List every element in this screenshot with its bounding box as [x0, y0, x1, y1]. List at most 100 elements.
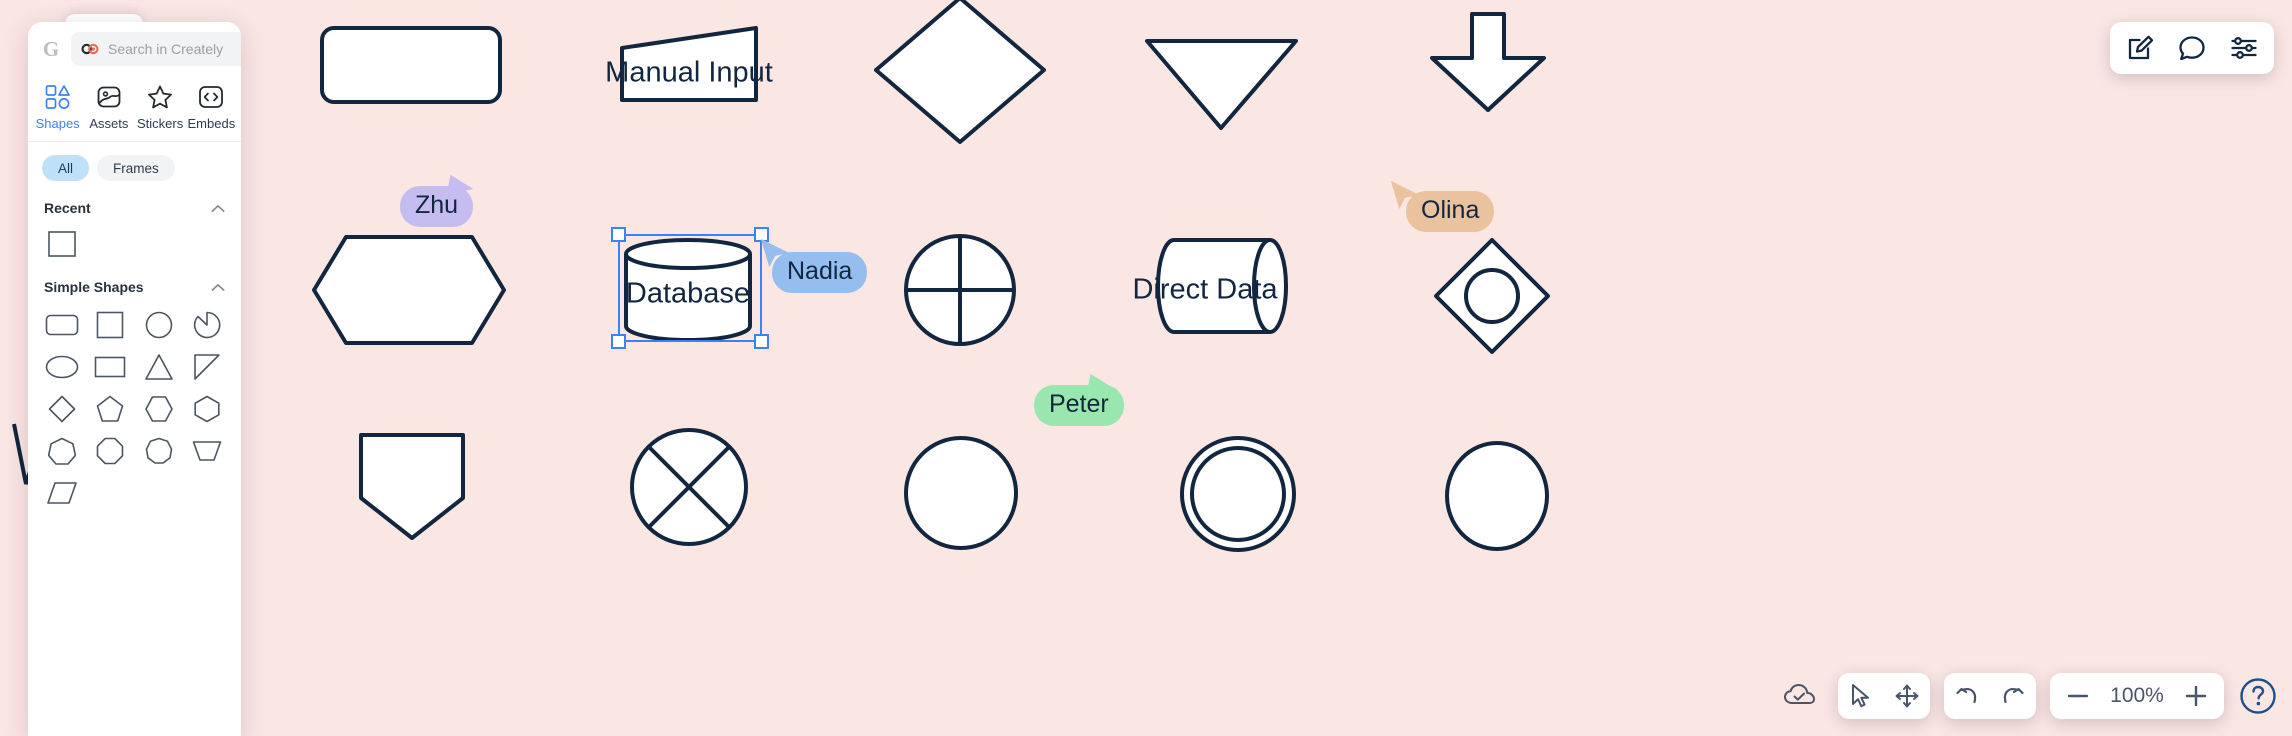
- diamond-shape[interactable]: [872, 0, 1048, 146]
- circle-shape[interactable]: [902, 434, 1020, 552]
- image-icon: [97, 86, 121, 108]
- shape-item-diamond[interactable]: [38, 389, 86, 429]
- simple-shapes-grid: [28, 301, 241, 517]
- shape-item-trapezoid[interactable]: [183, 431, 231, 471]
- shape-item-rectangle[interactable]: [86, 347, 134, 387]
- tab-embeds-label: Embeds: [187, 116, 236, 131]
- collaborator-name-olina: Olina: [1406, 191, 1495, 232]
- history-bar: [1944, 673, 2036, 719]
- search-input[interactable]: [108, 41, 241, 57]
- shape-item-parallelogram[interactable]: [38, 473, 86, 513]
- cursor-icon[interactable]: [1838, 673, 1884, 719]
- filter-chip-frames[interactable]: Frames: [97, 155, 175, 181]
- double-circle-shape[interactable]: [1178, 434, 1298, 554]
- shape-item-ellipse[interactable]: [38, 347, 86, 387]
- code-icon: [199, 86, 224, 108]
- zoom-level[interactable]: 100%: [2100, 684, 2174, 708]
- direct-data-shape[interactable]: [1152, 236, 1296, 336]
- shape-item-right-triangle[interactable]: [183, 347, 231, 387]
- filter-chip-all[interactable]: All: [42, 155, 90, 181]
- diamond-circle-shape[interactable]: [1432, 236, 1552, 356]
- diamond-icon: [48, 395, 76, 423]
- shape-item-octagon[interactable]: [86, 431, 134, 471]
- pentagon-icon: [97, 395, 124, 422]
- shape-item-rounded-rectangle[interactable]: [38, 305, 86, 345]
- section-title-recent: Recent: [44, 200, 91, 216]
- collaborator-name-nadia: Nadia: [772, 252, 868, 293]
- selection-box[interactable]: [611, 227, 769, 349]
- move-icon[interactable]: [1884, 673, 1930, 719]
- rectangle-icon: [48, 231, 76, 257]
- google-icon[interactable]: G: [40, 37, 62, 61]
- arc-icon: [193, 311, 221, 339]
- nonagon-icon: [145, 437, 172, 464]
- selection-handle-bottom-right[interactable]: [754, 334, 769, 349]
- collaborator-name-zhu: Zhu: [400, 186, 474, 227]
- chevron-up-icon[interactable]: [211, 204, 225, 213]
- shape-item-nonagon[interactable]: [135, 431, 183, 471]
- cloud-saved-icon: [1776, 672, 1824, 720]
- minus-icon[interactable]: [2056, 674, 2100, 718]
- tab-shapes[interactable]: Shapes: [32, 80, 83, 131]
- search-box[interactable]: [71, 32, 241, 66]
- hexagon-icon: [194, 395, 220, 423]
- rounded-rectangle-icon: [45, 314, 79, 336]
- parallelogram-icon: [47, 482, 77, 504]
- shape-item-triangle[interactable]: [135, 347, 183, 387]
- hexagon-wide-icon: [144, 396, 173, 422]
- square-icon: [97, 311, 124, 339]
- shape-item-rectangle[interactable]: [38, 224, 86, 264]
- zoom-bar: 100%: [2050, 673, 2224, 719]
- top-right-toolbar: [2110, 22, 2274, 74]
- oval-shape[interactable]: [1442, 436, 1552, 551]
- pointer-tools-bar: [1838, 673, 1930, 719]
- right-triangle-icon: [194, 354, 220, 380]
- selection-handle-top-left[interactable]: [611, 227, 626, 242]
- comment-icon[interactable]: [2166, 22, 2218, 74]
- circle-x-shape[interactable]: [628, 426, 750, 548]
- tab-stickers-label: Stickers: [137, 116, 184, 131]
- shape-item-square[interactable]: [86, 305, 134, 345]
- cross-circle-shape[interactable]: [902, 232, 1018, 348]
- tab-stickers[interactable]: Stickers: [135, 80, 186, 131]
- pentagon-bottom-shape[interactable]: [358, 432, 466, 542]
- trapezoid-icon: [192, 441, 222, 461]
- triangle-icon: [144, 354, 173, 380]
- panel-tabs: Shapes Assets Stickers Embeds: [28, 76, 241, 141]
- shape-item-pentagon[interactable]: [86, 389, 134, 429]
- creately-logo-icon: [81, 43, 99, 55]
- shapes-panel: G Search in Creately Shapes Assets Stick…: [28, 22, 241, 736]
- chevron-up-icon[interactable]: [211, 283, 225, 292]
- settings-icon[interactable]: [2218, 22, 2270, 74]
- undo-icon[interactable]: [1944, 673, 1990, 719]
- recent-shape-grid: [28, 222, 241, 270]
- collaborator-name-peter: Peter: [1034, 385, 1124, 426]
- plus-icon[interactable]: [2174, 674, 2218, 718]
- hexagon-shape[interactable]: [310, 234, 508, 346]
- shape-item-hexagon-wide[interactable]: [135, 389, 183, 429]
- tab-assets[interactable]: Assets: [83, 80, 134, 131]
- heptagon-icon: [48, 437, 77, 465]
- shape-item-heptagon[interactable]: [38, 431, 86, 471]
- rectangle-icon: [95, 356, 126, 378]
- shape-item-hexagon[interactable]: [183, 389, 231, 429]
- rounded-rectangle-shape[interactable]: [320, 26, 502, 104]
- diagram-canvas[interactable]: Manual Input Database Direct Data Zhu Na…: [0, 0, 2292, 736]
- star-icon: [148, 85, 173, 109]
- shapes-icon: [45, 85, 70, 109]
- section-header-recent[interactable]: Recent: [28, 191, 241, 222]
- manual-input-shape[interactable]: [620, 26, 760, 104]
- bottom-toolbar: 100%: [1776, 672, 2278, 720]
- shape-item-arc[interactable]: [183, 305, 231, 345]
- filter-chips: All Frames: [28, 142, 241, 191]
- arrow-down-shape[interactable]: [1428, 12, 1548, 114]
- selection-handle-bottom-left[interactable]: [611, 334, 626, 349]
- edit-icon[interactable]: [2114, 22, 2166, 74]
- inverted-triangle-shape[interactable]: [1144, 38, 1300, 132]
- shape-item-circle[interactable]: [135, 305, 183, 345]
- help-icon[interactable]: [2238, 676, 2278, 716]
- section-header-simple-shapes[interactable]: Simple Shapes: [28, 270, 241, 301]
- octagon-icon: [97, 437, 124, 465]
- tab-embeds[interactable]: Embeds: [186, 80, 237, 131]
- redo-icon[interactable]: [1990, 673, 2036, 719]
